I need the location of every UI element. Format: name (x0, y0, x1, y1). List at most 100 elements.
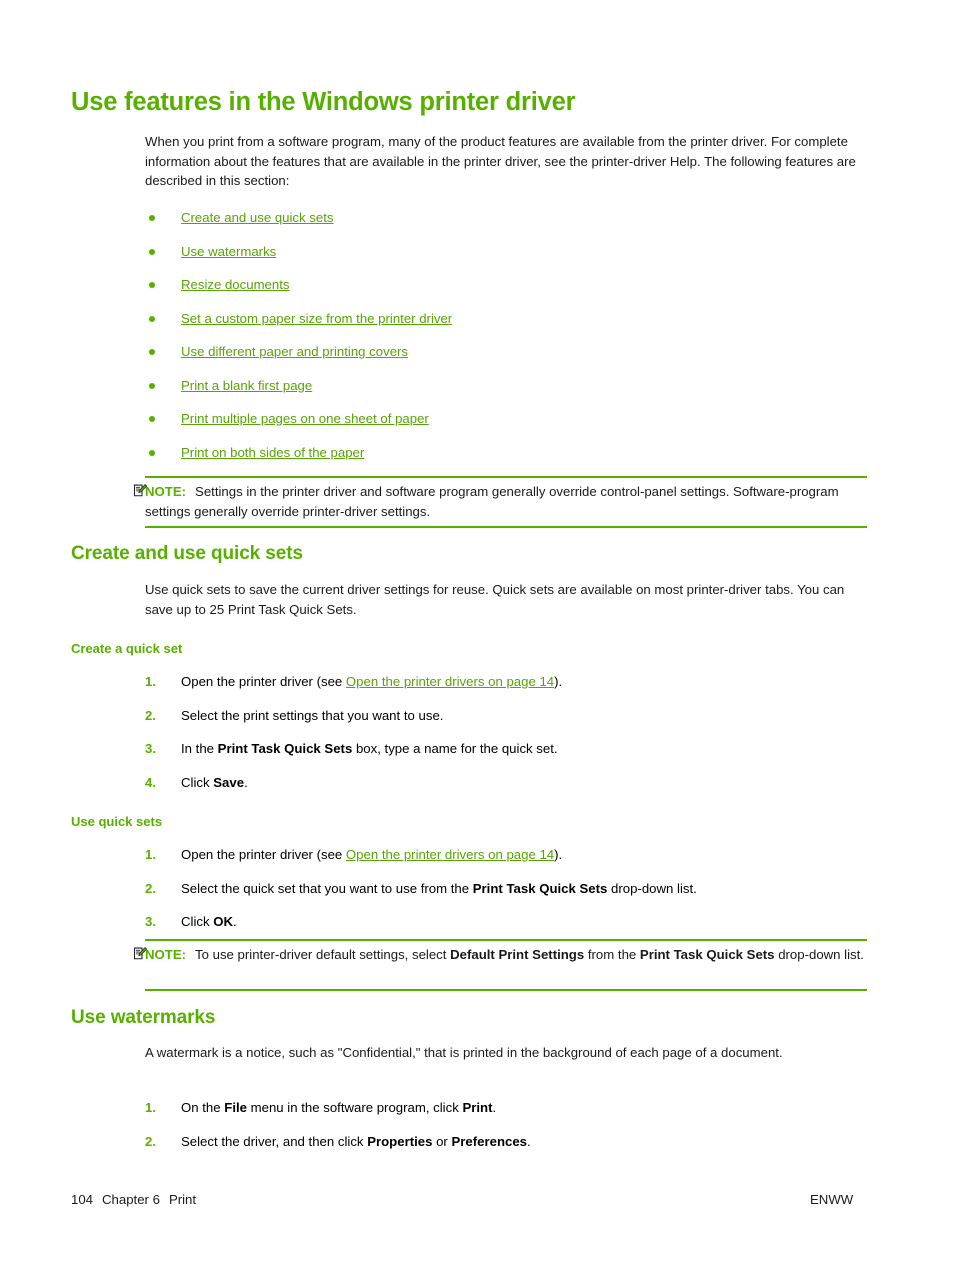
step-text-pre: Select the quick set that you want to us… (181, 880, 473, 896)
ui-label-emphasis: Preferences (451, 1133, 528, 1149)
list-item: 3. In the Print Task Quick Sets box, typ… (145, 739, 867, 773)
step-number: 2. (145, 707, 156, 723)
subsection-heading-create-a-quick-set: Create a quick set (71, 641, 183, 656)
link-use-watermarks[interactable]: Use watermarks (181, 242, 276, 262)
note-bottom-rule (145, 989, 867, 991)
link-use-different-paper-and-printing-covers[interactable]: Use different paper and printing covers (181, 342, 408, 362)
note-text: Settings in the printer driver and softw… (145, 484, 839, 519)
note-bottom-rule (145, 526, 867, 528)
ui-label-emphasis: OK (213, 914, 234, 929)
ui-label-emphasis: Properties (367, 1133, 433, 1149)
step-text: Select the driver, and then click Proper… (181, 1132, 867, 1152)
footer-locale: ENWW (810, 1192, 854, 1207)
step-text: Select the print settings that you want … (181, 706, 867, 726)
list-item: 1. Open the printer driver (see Open the… (145, 845, 867, 879)
step-text: Select the quick set that you want to us… (181, 879, 867, 899)
step-text-pre: Select the driver, and then click (181, 1133, 368, 1149)
note-label: NOTE: (145, 947, 187, 962)
step-number: 3. (145, 914, 156, 929)
intro-paragraph: When you print from a software program, … (145, 134, 856, 188)
note-text-post: drop-down list. (774, 947, 864, 962)
list-item: Resize documents (145, 275, 867, 309)
step-text-pre: Open the printer driver (see (181, 674, 346, 689)
step-text-post: box, type a name for the quick set. (352, 741, 558, 756)
bullet-dot-icon (149, 449, 155, 456)
list-item: 2. Select the print settings that you wa… (145, 706, 867, 740)
step-text-pre: Open the printer driver (see (181, 847, 346, 862)
bullet-dot-icon (149, 282, 155, 288)
subsection-heading-use-quick-sets: Use quick sets (71, 814, 163, 829)
list-item: Set a custom paper size from the printer… (145, 309, 867, 343)
step-text-pre: Select the print settings that you want … (181, 707, 444, 723)
bullet-dot-icon (149, 349, 155, 355)
link-open-the-printer-drivers[interactable]: Open the printer drivers on page 14 (346, 847, 554, 862)
note-text-mid: from the (584, 947, 640, 962)
document-page: Use features in the Windows printer driv… (0, 0, 954, 1270)
step-text-post: . (527, 1133, 531, 1149)
step-text-post: ). (554, 674, 563, 689)
step-text: Click OK. (181, 912, 867, 932)
ui-label-emphasis: Print Task Quick Sets (217, 741, 353, 756)
section-heading-create-and-use-quick-sets: Create and use quick sets (71, 543, 303, 564)
link-create-and-use-quick-sets[interactable]: Create and use quick sets (181, 208, 333, 228)
footer-left: 104 Chapter 6 Print (71, 1192, 196, 1207)
note-body-1: NOTE: Settings in the printer driver and … (145, 476, 867, 526)
note-text-pre: To use printer-driver default settings, … (195, 947, 451, 962)
bullet-dot-icon (149, 215, 155, 221)
step-number: 1. (145, 847, 156, 862)
ui-label-emphasis: Print (462, 1100, 493, 1115)
step-text-pre: In the (181, 741, 218, 756)
step-text-post: . (233, 914, 237, 929)
step-text-post: . (244, 774, 248, 790)
step-text: On the File menu in the software program… (181, 1098, 867, 1118)
list-item: 1. Open the printer driver (see Open the… (145, 672, 867, 706)
bullet-dot-icon (149, 248, 155, 255)
watermarks-paragraph: A watermark is a notice, such as "Confid… (145, 1045, 783, 1060)
ui-label-emphasis: Default Print Settings (450, 947, 585, 962)
step-text-post: drop-down list. (607, 880, 697, 896)
ui-label-emphasis: Print Task Quick Sets (472, 880, 608, 896)
quick-sets-paragraph: Use quick sets to save the current drive… (145, 582, 845, 617)
note-body-2: NOTE: To use printer-driver default setti… (145, 939, 867, 970)
link-print-on-both-sides[interactable]: Print on both sides of the paper (181, 443, 364, 463)
ui-label-emphasis: File (224, 1100, 247, 1115)
section-heading-use-watermarks: Use watermarks (71, 1007, 216, 1028)
link-open-the-printer-drivers[interactable]: Open the printer drivers on page 14 (346, 674, 554, 689)
step-text-pre: Click (181, 774, 214, 790)
link-print-multiple-pages-on-one-sheet[interactable]: Print multiple pages on one sheet of pap… (181, 409, 429, 429)
list-item: Print on both sides of the paper (145, 443, 867, 477)
footer-chapter: Chapter 6 (102, 1192, 160, 1207)
step-number: 1. (145, 674, 156, 689)
step-text: Click Save. (181, 773, 867, 793)
note-admonition-2: NOTE: To use printer-driver default setti… (133, 939, 867, 991)
list-item: Create and use quick sets (145, 208, 867, 242)
procedure-create-a-quick-set: 1. Open the printer driver (see Open the… (145, 672, 867, 806)
list-item: Use watermarks (145, 242, 867, 276)
note-label: NOTE: (145, 484, 187, 499)
step-text: Open the printer driver (see Open the pr… (181, 672, 867, 692)
list-item: Print multiple pages on one sheet of pap… (145, 409, 867, 443)
ui-label-emphasis: Print Task Quick Sets (639, 947, 775, 962)
step-number: 4. (145, 774, 156, 790)
bullet-dot-icon (149, 416, 155, 422)
note-admonition-1: NOTE: Settings in the printer driver and … (133, 476, 867, 528)
step-number: 3. (145, 741, 156, 756)
footer-page-number: 104 (71, 1192, 94, 1207)
feature-link-list: Create and use quick sets Use watermarks… (145, 208, 867, 476)
list-item: Print a blank first page (145, 376, 867, 410)
list-item: Use different paper and printing covers (145, 342, 867, 376)
page-title: Use features in the Windows printer driv… (71, 88, 576, 116)
bullet-dot-icon (149, 315, 155, 322)
step-text-mid: or (432, 1133, 452, 1149)
list-item: 4. Click Save. (145, 773, 867, 807)
link-print-a-blank-first-page[interactable]: Print a blank first page (181, 376, 312, 396)
step-text-post: . (492, 1100, 497, 1115)
ui-label-emphasis: Save (213, 774, 245, 790)
list-item: 2. Select the quick set that you want to… (145, 879, 867, 913)
bullet-dot-icon (149, 382, 155, 389)
procedure-use-watermarks: 1. On the File menu in the software prog… (145, 1098, 867, 1165)
link-set-custom-paper-size[interactable]: Set a custom paper size from the printer… (181, 309, 452, 329)
link-resize-documents[interactable]: Resize documents (181, 275, 289, 295)
step-text-post: ). (554, 847, 563, 862)
list-item: 1. On the File menu in the software prog… (145, 1098, 867, 1132)
